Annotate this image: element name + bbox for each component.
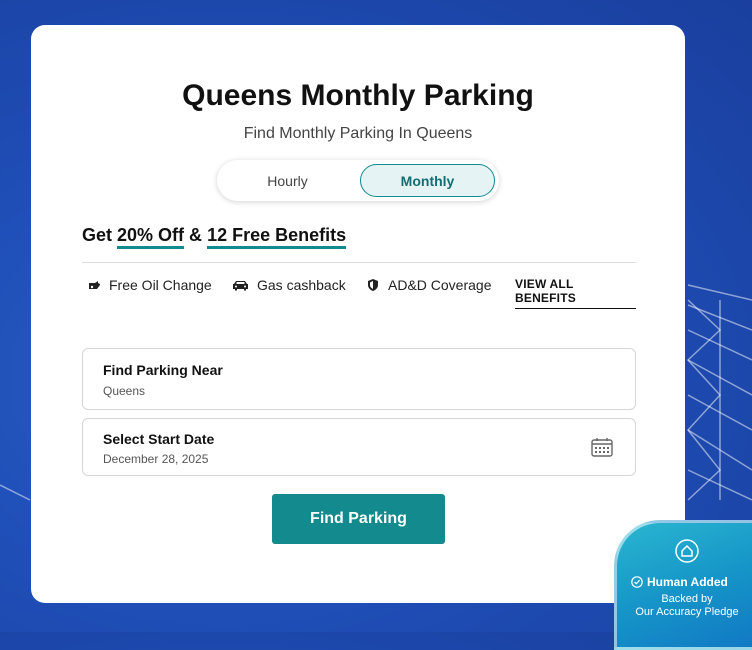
monthly-tab[interactable]: Monthly [360,164,495,197]
accuracy-pledge-badge[interactable]: Human Added Backed by Our Accuracy Pledg… [614,520,752,650]
benefits-row: Free Oil Change Gas cashback AD&D Covera… [82,277,636,309]
parking-location-field[interactable]: Find Parking Near Queens [82,348,636,410]
benefit-label: AD&D Coverage [388,277,492,293]
offer-benefits: 12 Free Benefits [207,225,347,249]
benefit-gas-cashback: Gas cashback [232,277,346,293]
page-subtitle: Find Monthly Parking In Queens [243,125,473,142]
view-all-benefits-link[interactable]: VIEW ALL BENEFITS [515,277,636,309]
start-date-field[interactable]: Select Start Date December 28, 2025 [82,418,636,476]
home-icon [675,539,699,563]
badge-line-1: Backed by [661,593,713,605]
start-date-label: Select Start Date [103,431,215,447]
location-value: Queens [103,384,146,398]
offer-amp: & [184,225,208,245]
shield-icon [368,279,378,291]
divider [82,262,636,263]
badge-line-2: Our Accuracy Pledge [635,606,739,618]
benefit-label: Free Oil Change [109,277,212,293]
hourly-tab[interactable]: Hourly [221,164,354,197]
offer-discount: 20% Off [117,225,185,249]
location-label: Find Parking Near [103,362,223,378]
oil-can-icon [89,281,100,289]
calendar-icon[interactable] [591,437,613,457]
find-parking-button[interactable]: Find Parking [272,494,445,544]
car-icon [233,281,248,291]
start-date-value: December 28, 2025 [103,452,209,466]
human-added-row: Human Added [631,575,728,589]
offer-prefix: Get [82,225,118,245]
search-card: Queens Monthly Parking Find Monthly Park… [31,25,685,603]
page-title: Queens Monthly Parking [182,79,534,112]
check-circle-icon [631,576,643,588]
duration-toggle: Hourly Monthly [217,160,499,201]
benefit-oil-change: Free Oil Change [87,277,212,293]
offer-headline: Get 20% Off & 12 Free Benefits [82,225,347,249]
benefit-label: Gas cashback [257,277,346,293]
badge-title: Human Added [647,575,728,589]
benefit-add-coverage: AD&D Coverage [366,277,492,293]
